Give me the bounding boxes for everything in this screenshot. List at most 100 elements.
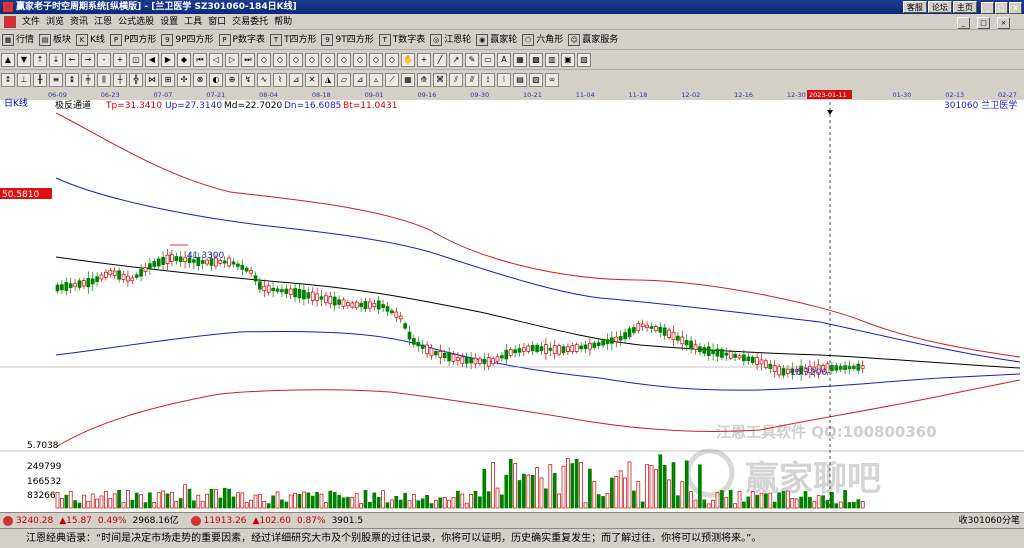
sz-index-value[interactable]: 11913.26 (204, 516, 247, 526)
draw-tool-16-icon[interactable]: ↯ (241, 72, 255, 87)
draw-tool-31-icon[interactable]: ⟟ (481, 72, 495, 87)
window-icon[interactable]: ▣ (561, 52, 575, 67)
close-icon[interactable]: × (1009, 2, 1022, 14)
last-icon[interactable]: ⏭ (241, 52, 255, 67)
text-tool-icon[interactable]: A (497, 52, 511, 67)
draw-tool-23-icon[interactable]: ⊿ (353, 72, 367, 87)
menu-settings[interactable]: 设置 (160, 17, 178, 27)
draw-tool-15-icon[interactable]: ⊕ (225, 72, 239, 87)
draw-tool-17-icon[interactable]: ∿ (257, 72, 271, 87)
arrow-tool-icon[interactable]: ↗ (449, 52, 463, 67)
draw-tool-14-icon[interactable]: ◐ (209, 72, 223, 87)
scroll-left-icon[interactable]: ← (65, 52, 79, 67)
draw-tool-28-icon[interactable]: ⌘ (433, 72, 447, 87)
draw-tool-21-icon[interactable]: ◮ (321, 72, 335, 87)
toolbar-service[interactable]: ☺ 赢家服务 (568, 30, 618, 50)
menu-news[interactable]: 资讯 (70, 17, 88, 27)
draw-tool-30-icon[interactable]: ⫻ (465, 72, 479, 87)
crosshair-icon[interactable]: + (417, 52, 431, 67)
child-minimize-icon[interactable]: _ (957, 17, 970, 29)
diamond-4-icon[interactable]: ◇ (305, 52, 319, 67)
grid-icon[interactable]: ▩ (529, 52, 543, 67)
draw-tool-8-icon[interactable]: ┼ (113, 72, 127, 87)
table-icon[interactable]: ▦ (513, 52, 527, 67)
draw-tool-4-icon[interactable]: ≡ (49, 72, 63, 87)
menu-help[interactable]: 帮助 (274, 17, 292, 27)
draw-tool-1-icon[interactable]: ↕ (1, 72, 15, 87)
draw-tool-7-icon[interactable]: ⫼ (97, 72, 111, 87)
draw-tool-18-icon[interactable]: ⌇ (273, 72, 287, 87)
diamond-9-icon[interactable]: ◇ (385, 52, 399, 67)
diamond-8-icon[interactable]: ◇ (369, 52, 383, 67)
minimize-icon[interactable]: _ (981, 2, 994, 14)
menu-browse[interactable]: 浏览 (46, 17, 64, 27)
forum-button[interactable]: 论坛 (927, 1, 952, 13)
draw-tool-6-icon[interactable]: ╪ (81, 72, 95, 87)
sh-index-value[interactable]: 3240.28 (16, 516, 53, 526)
draw-tool-9-icon[interactable]: ╬ (129, 72, 143, 87)
draw-tool-19-icon[interactable]: ⊿ (289, 72, 303, 87)
menu-window[interactable]: 窗口 (208, 17, 226, 27)
toolbar-t-square[interactable]: T T四方形 (269, 30, 316, 50)
child-restore-icon[interactable]: □ (977, 17, 990, 29)
back-icon[interactable]: ◁ (209, 52, 223, 67)
menu-file[interactable]: 文件 (22, 17, 40, 27)
toolbar-quotes[interactable]: ▦ 行情 (2, 30, 34, 50)
homepage-button[interactable]: 主页 (952, 1, 977, 13)
diamond-5-icon[interactable]: ◇ (321, 52, 335, 67)
toolbar-kline[interactable]: K K线 (76, 30, 105, 50)
color-icon[interactable]: ◆ (177, 52, 191, 67)
toolbar-t-table[interactable]: T T数字表 (378, 30, 425, 50)
chart-icon[interactable]: ▥ (545, 52, 559, 67)
arrow-up-icon[interactable]: ↑ (33, 52, 47, 67)
menu-tools[interactable]: 工具 (184, 17, 202, 27)
line-tool-icon[interactable]: ╱ (433, 52, 447, 67)
first-icon[interactable]: ⏮ (193, 52, 207, 67)
export-icon[interactable]: ▨ (577, 52, 591, 67)
draw-tool-3-icon[interactable]: ╫ (33, 72, 47, 87)
menu-trade[interactable]: 交易委托 (232, 17, 268, 27)
draw-tool-5-icon[interactable]: ↨ (65, 72, 79, 87)
prev-stock-icon[interactable]: ◀ (145, 52, 159, 67)
period-icon[interactable]: ◫ (129, 52, 143, 67)
toolbar-hexagon[interactable]: ⬡ 六角形 (522, 30, 563, 50)
toolbar-9t-square[interactable]: 9 9T四方形 (321, 30, 374, 50)
customer-service-button[interactable]: 客服 (902, 1, 927, 13)
child-close-icon[interactable]: × (997, 17, 1010, 29)
draw-tool-34-icon[interactable]: ▧ (529, 72, 543, 87)
page-down-icon[interactable]: ▼ (17, 52, 31, 67)
draw-tool-29-icon[interactable]: ⫽ (449, 72, 463, 87)
hand-icon[interactable]: ✋ (401, 52, 415, 67)
diamond-1-icon[interactable]: ◇ (257, 52, 271, 67)
draw-tool-25-icon[interactable]: ⟋ (385, 72, 399, 87)
zoom-out-icon[interactable]: - (97, 52, 111, 67)
diamond-7-icon[interactable]: ◇ (353, 52, 367, 67)
menu-formula-select[interactable]: 公式选股 (118, 17, 154, 27)
draw-tool-33-icon[interactable]: ▤ (513, 72, 527, 87)
draw-tool-13-icon[interactable]: ⊗ (193, 72, 207, 87)
toolbar-9p-square[interactable]: 9 9P四方形 (161, 30, 214, 50)
page-up-icon[interactable]: ▲ (1, 52, 15, 67)
draw-tool-2-icon[interactable]: ⊥ (17, 72, 31, 87)
zoom-in-icon[interactable]: + (113, 52, 127, 67)
toolbar-sector[interactable]: ▤ 板块 (39, 30, 71, 50)
toolbar-p-table[interactable]: P P数字表 (218, 30, 265, 50)
draw-tool-12-icon[interactable]: ✣ (177, 72, 191, 87)
arrow-down-icon[interactable]: ↓ (49, 52, 63, 67)
forward-icon[interactable]: ▷ (225, 52, 239, 67)
draw-tool-26-icon[interactable]: ▦ (401, 72, 415, 87)
diamond-3-icon[interactable]: ◇ (289, 52, 303, 67)
draw-tool-32-icon[interactable]: ⦚ (497, 72, 511, 87)
draw-tool-22-icon[interactable]: ▱ (337, 72, 351, 87)
restore-icon[interactable]: □ (995, 2, 1008, 14)
diamond-2-icon[interactable]: ◇ (273, 52, 287, 67)
draw-tool-10-icon[interactable]: ⋈ (145, 72, 159, 87)
draw-tool-24-icon[interactable]: ▵ (369, 72, 383, 87)
menu-gann[interactable]: 江恩 (94, 17, 112, 27)
kline-chart[interactable]: 06-09 06-23 07-07 07-21 08-04 08-18 09-01 09-16… (0, 89, 1024, 512)
app-menu-icon[interactable] (4, 16, 16, 28)
scroll-right-icon[interactable]: → (81, 52, 95, 67)
pencil-icon[interactable]: ✎ (465, 52, 479, 67)
draw-tool-35-icon[interactable]: ∞ (545, 72, 559, 87)
draw-tool-20-icon[interactable]: ✕ (305, 72, 319, 87)
